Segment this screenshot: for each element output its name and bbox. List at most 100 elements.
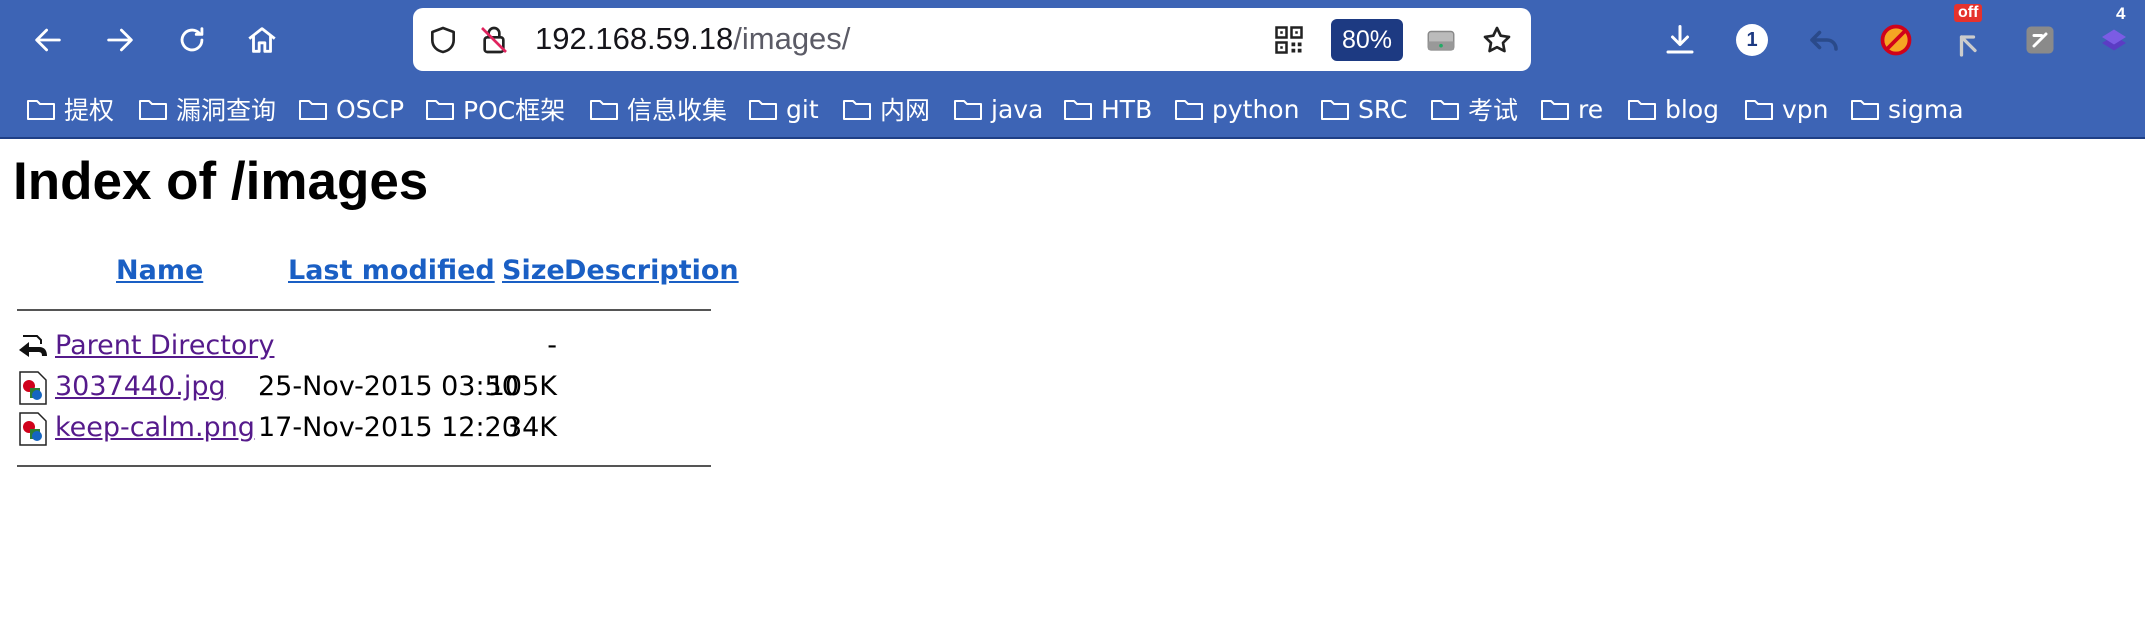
header-divider xyxy=(17,309,711,311)
table-row: keep-calm.png 17-Nov-2015 12:20 34K xyxy=(17,410,717,450)
bookmark-label: HTB xyxy=(1101,94,1153,124)
bookmark-label: SRC xyxy=(1358,94,1408,124)
bookmark-folder[interactable]: POC框架 xyxy=(425,90,565,128)
folder-icon xyxy=(1541,100,1569,120)
bookmark-label: 信息收集 xyxy=(627,96,728,125)
bookmark-folder[interactable]: 信息收集 xyxy=(589,90,727,128)
parent-directory-link[interactable]: Parent Directory xyxy=(55,330,274,361)
bookmark-folder[interactable]: python xyxy=(1174,90,1299,128)
bookmark-folder[interactable]: git xyxy=(748,90,819,128)
undo-extension-button[interactable] xyxy=(1802,18,1846,62)
file-modified: 25-Nov-2015 03:50 xyxy=(258,371,519,402)
bookmark-folder[interactable]: re xyxy=(1540,90,1603,128)
forward-button[interactable] xyxy=(94,14,146,66)
undo-icon xyxy=(1810,30,1838,51)
back-button[interactable] xyxy=(22,14,74,66)
file-link[interactable]: keep-calm.png xyxy=(55,412,255,443)
folder-icon xyxy=(1175,100,1203,120)
sort-by-name-link[interactable]: Name xyxy=(116,255,203,286)
file-size: - xyxy=(547,330,557,361)
page-title: Index of /images xyxy=(13,152,429,211)
folder-icon xyxy=(27,100,55,120)
bookmark-folder[interactable]: vpn xyxy=(1744,90,1829,128)
file-modified: 17-Nov-2015 12:20 xyxy=(258,412,519,443)
ext-off-label: off xyxy=(1954,4,1983,22)
qr-code-icon[interactable] xyxy=(1271,22,1307,58)
bookmarks-toolbar: 提权 漏洞查询 OSCP POC框架 信息收集 git 内网 java HTB … xyxy=(0,84,2145,134)
folder-icon xyxy=(954,100,982,120)
bookmark-label: git xyxy=(786,94,819,124)
bookmark-folder[interactable]: HTB xyxy=(1063,90,1152,128)
folder-icon xyxy=(426,100,454,120)
badge-extension-button[interactable]: 1 xyxy=(1730,18,1774,62)
home-icon xyxy=(248,27,276,53)
sort-by-description-link[interactable]: Description xyxy=(564,255,739,286)
back-icon xyxy=(35,28,61,52)
bookmark-label: java xyxy=(991,94,1044,124)
bookmark-folder[interactable]: java xyxy=(953,90,1043,128)
file-size: 34K xyxy=(504,412,557,443)
reload-button[interactable] xyxy=(166,14,218,66)
bookmark-label: OSCP xyxy=(336,94,405,124)
bookmark-folder[interactable]: 提权 xyxy=(26,90,114,128)
bookmark-label: re xyxy=(1578,94,1604,124)
note-extension-button[interactable] xyxy=(2018,18,2062,62)
folder-icon xyxy=(1064,100,1092,120)
sort-by-size-link[interactable]: Size xyxy=(502,255,565,286)
image-file-icon xyxy=(19,412,47,446)
folder-icon xyxy=(1628,100,1656,120)
bookmark-folder[interactable]: blog xyxy=(1627,90,1719,128)
bookmark-label: vpn xyxy=(1782,94,1829,124)
folder-icon xyxy=(843,100,871,120)
ext-count: 4 xyxy=(2116,4,2126,23)
folder-icon xyxy=(590,100,618,120)
back-folder-icon xyxy=(19,335,47,357)
page-content: Index of /images Name Last modified Size… xyxy=(0,139,2145,634)
file-link[interactable]: 3037440.jpg xyxy=(55,371,226,402)
reload-icon xyxy=(180,27,204,52)
downloads-button[interactable] xyxy=(1658,18,1702,62)
folder-icon xyxy=(1851,100,1879,120)
folder-icon xyxy=(299,100,327,120)
address-bar[interactable]: 192.168.59.18/images/ 80% xyxy=(413,8,1531,71)
sort-by-modified-link[interactable]: Last modified xyxy=(288,255,495,286)
bookmark-folder[interactable]: SRC xyxy=(1320,90,1407,128)
folder-icon xyxy=(1321,100,1349,120)
bookmark-folder[interactable]: 漏洞查询 xyxy=(138,90,276,128)
forward-icon xyxy=(107,28,133,52)
table-row: 3037440.jpg 25-Nov-2015 03:50 105K xyxy=(17,369,717,409)
bookmark-folder[interactable]: sigma xyxy=(1850,90,1964,128)
bookmark-label: POC框架 xyxy=(463,96,566,125)
no-script-extension-button[interactable] xyxy=(1874,18,1918,62)
bookmark-label: blog xyxy=(1665,94,1719,124)
purple-extension-button[interactable]: 4 xyxy=(2092,4,2136,62)
table-row: Parent Directory - xyxy=(17,328,717,368)
shield-icon[interactable] xyxy=(425,22,461,58)
bookmark-folder[interactable]: 内网 xyxy=(842,90,930,128)
home-button[interactable] xyxy=(236,14,288,66)
folder-icon xyxy=(1431,100,1459,120)
file-size: 105K xyxy=(487,371,557,402)
url-path: /images/ xyxy=(733,21,851,56)
ext-off-icon xyxy=(1959,35,1977,57)
url-host: 192.168.59.18 xyxy=(535,21,734,56)
bookmark-folder[interactable]: 考试 xyxy=(1430,90,1518,128)
folder-icon xyxy=(749,100,777,120)
browser-toolbar: 192.168.59.18/images/ 80% 1 off 4 xyxy=(0,0,2145,82)
bookmark-label: 内网 xyxy=(880,96,931,125)
insecure-lock-icon[interactable] xyxy=(476,22,512,58)
off-extension-button[interactable]: off xyxy=(1950,4,1994,62)
browser-chrome: 192.168.59.18/images/ 80% 1 off 4 提权 漏洞查… xyxy=(0,0,2145,139)
footer-divider xyxy=(17,465,711,467)
bookmark-label: python xyxy=(1212,94,1300,124)
zoom-level-button[interactable]: 80% xyxy=(1331,19,1403,61)
bookmark-folder[interactable]: OSCP xyxy=(298,90,404,128)
download-icon xyxy=(1666,25,1694,54)
no-script-icon xyxy=(1880,24,1912,56)
folder-icon xyxy=(1745,100,1773,120)
star-icon[interactable] xyxy=(1479,22,1515,58)
url-text[interactable]: 192.168.59.18/images/ xyxy=(535,21,850,57)
bookmark-label: 提权 xyxy=(64,96,115,125)
ext-purple-icon xyxy=(2102,29,2126,51)
storage-icon[interactable] xyxy=(1423,22,1459,58)
